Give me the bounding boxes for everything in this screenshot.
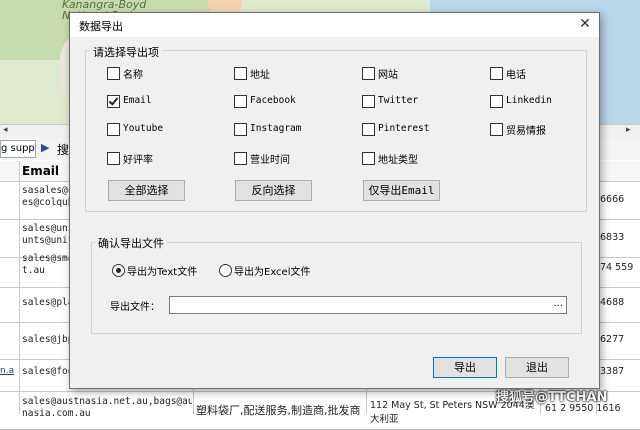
exit-button[interactable]: 退出 [505,357,569,378]
checkbox-instagram[interactable] [234,123,247,136]
confirm-file-group [91,242,582,334]
checkbox-trade-intel-label: 贸易情报 [506,126,546,137]
checkbox-hours-label: 营业时间 [250,155,290,166]
checkbox-name-label: 名称 [123,70,143,81]
checkbox-address-label: 地址 [250,70,270,81]
checkbox-address-type-label: 地址类型 [378,155,418,166]
checkbox-rating-label: 好评率 [123,155,153,166]
checkbox-website[interactable] [362,67,375,80]
checkbox-twitter[interactable] [362,95,375,108]
checkbox-address[interactable] [234,67,247,80]
checkbox-youtube[interactable] [107,123,120,136]
dialog-title: 数据导出 [79,20,123,33]
checkbox-trade-intel[interactable] [490,123,503,136]
checkbox-linkedin[interactable] [490,95,503,108]
phone-cell: 4688 [600,297,625,308]
checkbox-instagram-label: Instagram [250,123,302,134]
close-icon[interactable]: ✕ [576,15,594,33]
checkbox-website-label: 网站 [378,70,398,81]
checkbox-linkedin-label: Linkedin [506,95,552,106]
export-button[interactable]: 导出 [433,357,497,378]
export-file-input[interactable]: ... [169,296,567,314]
checkbox-hours[interactable] [234,152,247,165]
search-input[interactable]: g supp [0,140,36,158]
confirm-file-group-label: 确认导出文件 [95,235,167,251]
phone-cell: 6666 [600,194,625,205]
checkbox-rating[interactable] [107,152,120,165]
checkbox-youtube-label: Youtube [123,123,164,134]
radio-export-text[interactable] [112,264,125,277]
play-icon[interactable]: ▶ [41,141,49,154]
radio-export-excel-label: 导出为Excel文件 [234,267,311,278]
radio-export-excel[interactable] [219,264,232,277]
checkbox-phone[interactable] [490,67,503,80]
select-all-button[interactable]: 全部选择 [108,180,185,201]
checkbox-pinterest[interactable] [362,123,375,136]
export-email-only-button[interactable]: 仅导出Email [363,180,440,201]
website-link[interactable]: n.a [0,366,14,376]
checkbox-twitter-label: Twitter [378,95,419,106]
radio-export-text-label: 导出为Text文件 [127,267,198,278]
export-items-group-label: 请选择导出项 [90,44,162,60]
checkbox-email-label: Email [123,95,152,106]
scroll-left-icon[interactable]: ◂ [3,125,8,135]
phone-cell: 74 559 [600,262,634,273]
checkbox-name[interactable] [107,67,120,80]
browse-icon[interactable]: ... [553,298,563,309]
checkbox-facebook[interactable] [234,95,247,108]
checkbox-address-type[interactable] [362,152,375,165]
checkbox-facebook-label: Facebook [250,95,296,106]
export-file-label: 导出文件： [110,302,160,313]
category-cell: 塑料袋厂,配送服务,制造商,批发商 [196,404,361,417]
checkbox-pinterest-label: Pinterest [378,123,430,134]
export-dialog: 数据导出 ✕ 请选择导出项 名称 地址 网站 电话 Email Facebook… [69,12,600,389]
dialog-titlebar[interactable]: 数据导出 ✕ [70,13,599,37]
checkbox-phone-label: 电话 [506,70,526,81]
scroll-right-icon[interactable]: ▸ [626,125,631,135]
phone-cell: 3387 [600,366,625,377]
phone-cell: 6277 [600,334,625,345]
invert-selection-button[interactable]: 反向选择 [235,180,312,201]
email-column-header[interactable]: Email [22,164,59,178]
checkbox-email[interactable] [107,95,120,108]
email-cell: sales@austnasia.net.au,bags@aust nasia.c… [22,396,192,419]
phone-cell: 6833 [600,232,625,243]
